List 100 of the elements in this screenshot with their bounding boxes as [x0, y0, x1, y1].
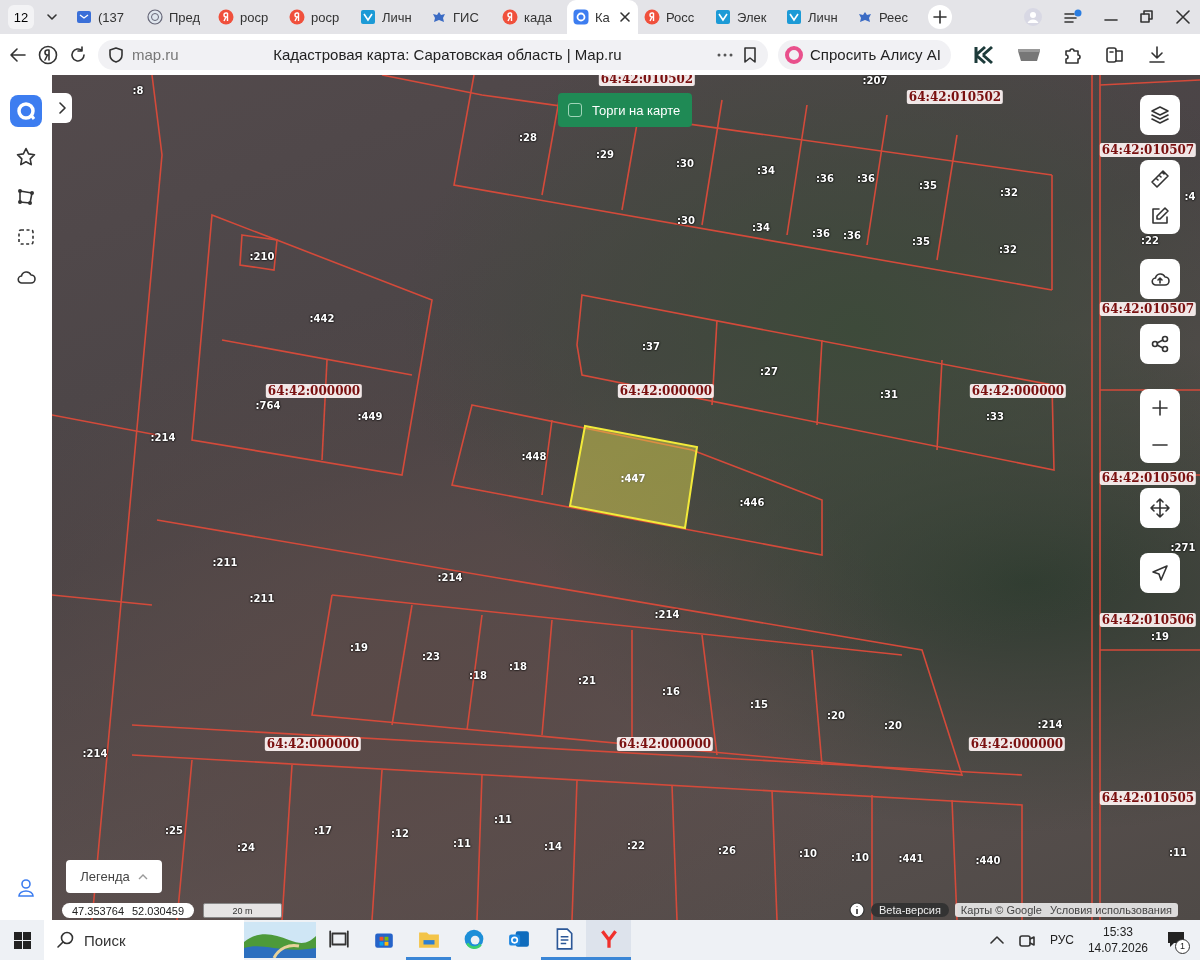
parcel-number-label: :36: [812, 227, 830, 239]
parcel-number-label: :32: [1000, 186, 1018, 198]
browser-tab[interactable]: роср: [212, 0, 283, 34]
share-button[interactable]: [1140, 324, 1180, 364]
highlighted-parcel[interactable]: [568, 424, 699, 530]
dashed-square-icon[interactable]: [16, 227, 36, 247]
terms-link[interactable]: Условия использования: [1049, 904, 1172, 916]
ruler-icon: [1150, 168, 1170, 189]
browser-tab[interactable]: Реес: [851, 0, 922, 34]
tab-count[interactable]: 12: [8, 5, 34, 29]
checkbox[interactable]: [568, 103, 582, 117]
star-icon[interactable]: [16, 147, 36, 167]
plus-icon[interactable]: [933, 10, 947, 24]
menu-icon[interactable]: [1064, 9, 1082, 25]
parcel-number-label: :11: [1169, 846, 1187, 858]
new-tab-button[interactable]: [928, 5, 952, 29]
parcel-number-label: :27: [760, 365, 778, 377]
parcel-number-label: :14: [544, 840, 562, 852]
clock[interactable]: 15:33 14.07.2026: [1087, 924, 1148, 956]
quarter-number-label: 64:42:000000: [969, 384, 1067, 398]
bookmark-icon[interactable]: [742, 46, 758, 63]
browser-tab[interactable]: Пред: [141, 0, 212, 34]
layers-button[interactable]: [1140, 95, 1180, 135]
parcel-number-label: :11: [453, 837, 471, 849]
parcel-number-label: :211: [212, 556, 238, 568]
parcel-number-label: :17: [314, 824, 332, 836]
parcel-number-label: :11: [494, 813, 512, 825]
browser-tab[interactable]: ГИС: [425, 0, 496, 34]
ask-alice-button[interactable]: Спросить Алису AI: [778, 39, 951, 70]
parcel-number-label: :10: [851, 851, 869, 863]
close-icon[interactable]: [1176, 10, 1190, 24]
notifications-button[interactable]: 1: [1162, 926, 1190, 954]
browser-tab[interactable]: Ка: [567, 0, 638, 34]
parcel-number-label: :36: [843, 229, 861, 241]
quarter-number-label: 64:42:010505: [1099, 791, 1197, 805]
quarter-number-label: 64:42:000000: [617, 384, 715, 398]
info-icon[interactable]: [849, 902, 865, 918]
chevron-right-icon: [57, 102, 67, 114]
download-icon[interactable]: [1146, 44, 1167, 65]
yandex-logo-icon: [289, 9, 305, 25]
upload-button[interactable]: [1140, 259, 1180, 299]
quarter-number-label: 64:42:000000: [264, 737, 362, 751]
parcel-number-label: :18: [469, 669, 487, 681]
shield-logo-icon: [715, 9, 731, 25]
parcel-number-label: :18: [509, 660, 527, 672]
page-title: Кадастровая карта: Саратовская область | Map.ru: [273, 46, 622, 63]
parcel-number-label: :21: [578, 674, 596, 686]
close-icon[interactable]: [619, 11, 631, 23]
legend-button[interactable]: Легенда: [66, 860, 162, 893]
parcel-number-label: :30: [677, 214, 695, 226]
parcel-number-label: :446: [739, 496, 765, 508]
browser-tab[interactable]: Росс: [638, 0, 709, 34]
expand-panel-button[interactable]: [52, 93, 72, 123]
parcel-number-label: :214: [82, 747, 108, 759]
address-bar[interactable]: map.ru Кадастровая карта: Саратовская область | Map.ru: [98, 39, 768, 70]
parcel-number-label: :440: [975, 854, 1001, 866]
date-text: 14.07.2026: [1087, 940, 1148, 956]
parcel-number-label: :36: [857, 172, 875, 184]
extension-k-icon[interactable]: [972, 43, 995, 66]
parcel-number-label: :19: [350, 641, 368, 653]
parcel-number-label: :442: [309, 312, 335, 324]
parcel-number-label: :207: [862, 75, 888, 86]
parcel-number-label: :26: [718, 844, 736, 856]
parcel-number-label: :28: [519, 131, 537, 143]
reload-icon[interactable]: [68, 44, 88, 65]
quarter-number-label: 64:42:010507: [1099, 143, 1197, 157]
edit-icon: [1150, 205, 1170, 226]
parcel-number-label: :32: [999, 243, 1017, 255]
chevron-up-icon[interactable]: [989, 935, 1004, 945]
parcel-number-label: :30: [676, 157, 694, 169]
parcel-number-label: :449: [357, 410, 383, 422]
parcel-number-label: :211: [249, 592, 275, 604]
locate-button[interactable]: [1140, 553, 1180, 593]
browser-tab[interactable]: Личн: [780, 0, 851, 34]
parcel-number-label: :29: [596, 148, 614, 160]
chevron-down-icon[interactable]: [46, 11, 58, 23]
quarter-number-label: 64:42:000000: [265, 384, 363, 398]
browser-tab[interactable]: Личн: [354, 0, 425, 34]
browser-tab[interactable]: роср: [283, 0, 354, 34]
longitude-text: 52.030459: [132, 904, 184, 917]
search-field[interactable]: Поиск: [44, 920, 244, 960]
parcel-number-label: :20: [827, 709, 845, 721]
sidebar-panel-icon[interactable]: [1104, 44, 1125, 65]
language-indicator[interactable]: РУС: [1049, 933, 1074, 947]
landscape-picture-icon[interactable]: [244, 922, 316, 958]
yandex-home-icon[interactable]: [38, 44, 58, 65]
app-logo-icon[interactable]: [10, 95, 42, 127]
pan-button[interactable]: [1140, 488, 1180, 528]
auctions-toggle[interactable]: Торги на карте: [558, 93, 693, 127]
polygon-icon[interactable]: [16, 187, 36, 207]
browser-tab[interactable]: када: [496, 0, 567, 34]
user-icon[interactable]: [16, 878, 36, 898]
windows-start-icon[interactable]: [12, 930, 32, 950]
parcel-number-label: :37: [642, 340, 660, 352]
restore-icon[interactable]: [1140, 10, 1154, 24]
browser-tab[interactable]: (137: [70, 0, 141, 34]
parcel-number-label: :214: [437, 571, 463, 583]
parcel-number-label: :33: [986, 410, 1004, 422]
plus-icon: [1151, 398, 1169, 417]
browser-tab[interactable]: Элек: [709, 0, 780, 34]
